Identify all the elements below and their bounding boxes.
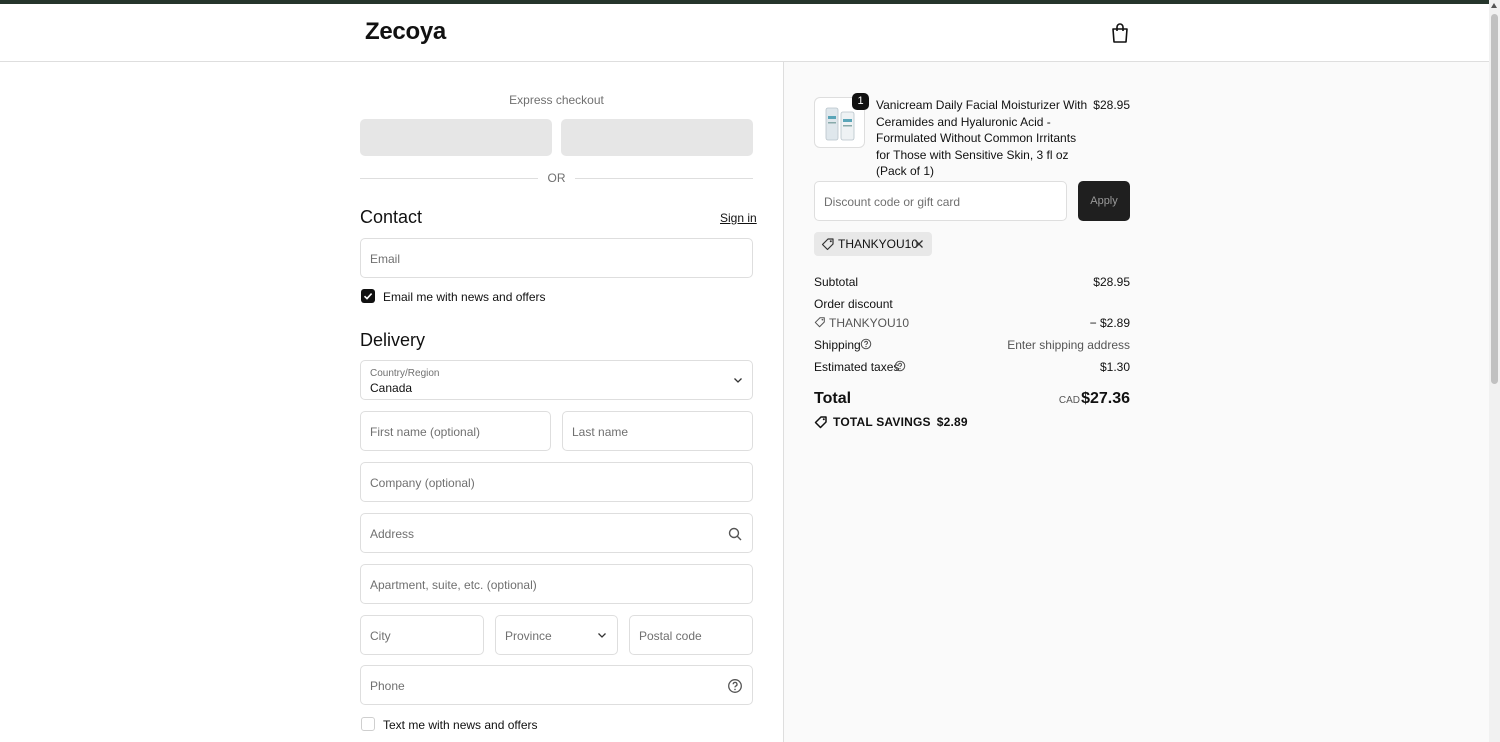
country-select[interactable]: Country/Region Canada — [360, 360, 753, 400]
delivery-title: Delivery — [360, 330, 426, 350]
province-select[interactable]: Province — [495, 615, 618, 655]
help-icon[interactable] — [860, 338, 872, 350]
express-pay-button-1[interactable] — [360, 119, 552, 156]
address-placeholder: Address — [370, 527, 415, 541]
close-icon[interactable] — [914, 239, 924, 249]
total-currency: CAD — [1058, 395, 1080, 406]
apply-discount-button[interactable]: Apply — [1078, 181, 1130, 221]
shipping-value: Enter shipping address — [1007, 338, 1130, 352]
express-checkout-label: Express checkout — [509, 93, 604, 107]
province-placeholder: Province — [505, 629, 552, 643]
first-name-placeholder: First name (optional) — [370, 425, 481, 439]
sms-label: Text me with news and offers — [383, 718, 538, 732]
shipping-label: Shipping — [814, 338, 861, 352]
store-logo[interactable]: Zecoya — [365, 18, 446, 46]
page-scrollbar[interactable] — [1489, 0, 1500, 742]
total-savings-value: $2.89 — [936, 415, 968, 429]
discount-value: − $2.89 — [1089, 316, 1130, 330]
express-pay-button-2[interactable] — [561, 119, 753, 156]
company-placeholder: Company (optional) — [370, 476, 475, 490]
tag-icon — [814, 317, 825, 328]
postal-code-placeholder: Postal code — [639, 629, 702, 643]
last-name-placeholder: Last name — [572, 425, 629, 439]
divider-left — [360, 178, 538, 179]
total-savings: TOTAL SAVINGS $2.89 — [833, 415, 968, 429]
company-field[interactable]: Company (optional) — [360, 462, 753, 502]
subtotal-label: Subtotal — [814, 275, 859, 289]
help-icon[interactable] — [727, 678, 743, 694]
total-savings-label: TOTAL SAVINGS — [833, 415, 931, 429]
country-value: Canada — [370, 381, 413, 395]
total-value: $27.36 — [1081, 390, 1130, 407]
total-label: Total — [814, 390, 852, 407]
scroll-up-arrow-icon[interactable] — [1491, 3, 1497, 8]
applied-discount-code: THANKYOU10 — [838, 237, 919, 251]
discount-code-label: THANKYOU10 — [829, 316, 910, 330]
search-icon — [728, 527, 742, 541]
phone-field[interactable]: Phone — [360, 665, 753, 705]
chevron-down-icon — [598, 633, 606, 638]
email-placeholder: Email — [370, 252, 401, 266]
apartment-field[interactable]: Apartment, suite, etc. (optional) — [360, 564, 753, 604]
address-field[interactable]: Address — [360, 513, 753, 553]
last-name-field[interactable]: Last name — [562, 411, 753, 451]
sign-in-link[interactable]: Sign in — [720, 211, 757, 225]
tag-icon — [821, 238, 834, 251]
or-divider-text: OR — [547, 171, 566, 185]
city-field[interactable]: City — [360, 615, 484, 655]
product-price: $28.95 — [1093, 98, 1130, 112]
email-field[interactable]: Email — [360, 238, 753, 278]
discount-placeholder: Discount code or gift card — [824, 195, 961, 209]
phone-placeholder: Phone — [370, 679, 405, 693]
order-discount-label: Order discount — [814, 297, 893, 311]
discount-code-field[interactable]: Discount code or gift card — [814, 181, 1067, 221]
applied-discount-chip: THANKYOU10 — [814, 232, 932, 256]
taxes-label: Estimated taxes — [814, 360, 900, 374]
newsletter-label: Email me with news and offers — [383, 290, 546, 304]
checkmark-icon — [363, 293, 373, 300]
savings-tag-icon — [814, 416, 827, 429]
first-name-field[interactable]: First name (optional) — [360, 411, 551, 451]
site-header: Zecoya — [0, 4, 1489, 62]
taxes-value: $1.30 — [1099, 360, 1130, 374]
divider-right — [575, 178, 753, 179]
sms-checkbox[interactable] — [361, 717, 375, 731]
subtotal-value: $28.95 — [1093, 275, 1130, 289]
help-icon[interactable] — [894, 360, 906, 372]
chevron-down-icon — [734, 378, 742, 383]
scroll-thumb[interactable] — [1491, 14, 1498, 384]
postal-code-field[interactable]: Postal code — [629, 615, 753, 655]
apartment-placeholder: Apartment, suite, etc. (optional) — [370, 578, 537, 592]
product-name: Vanicream Daily Facial Moisturizer With … — [876, 98, 1088, 178]
city-placeholder: City — [370, 629, 391, 643]
newsletter-checkbox[interactable] — [361, 289, 375, 303]
country-label: Country/Region — [370, 368, 440, 379]
contact-title: Contact — [360, 207, 423, 227]
shopping-bag-icon[interactable] — [1110, 22, 1130, 44]
quantity-badge: 1 — [852, 93, 869, 110]
